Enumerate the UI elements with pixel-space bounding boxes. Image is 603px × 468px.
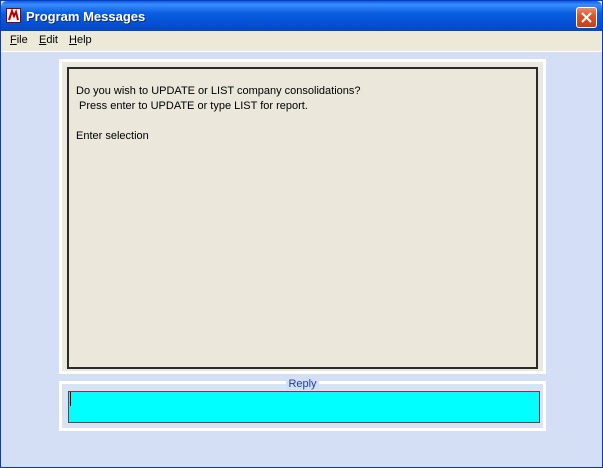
menu-bar: File Edit Help: [1, 31, 602, 51]
reply-label: Reply: [62, 378, 543, 390]
menu-edit[interactable]: Edit: [39, 34, 58, 46]
reply-panel: Reply: [59, 378, 546, 431]
menu-divider: [1, 51, 602, 52]
message-line-1: Do you wish to UPDATE or LIST company co…: [76, 85, 361, 97]
message-panel: Do you wish to UPDATE or LIST company co…: [59, 59, 546, 374]
message-display: Do you wish to UPDATE or LIST company co…: [67, 67, 538, 369]
title-bar[interactable]: Program Messages: [1, 1, 602, 31]
menu-file-accelerator: F: [10, 34, 17, 46]
menu-help[interactable]: Help: [69, 34, 92, 46]
menu-help-label: elp: [76, 34, 92, 46]
message-line-2: Press enter to UPDATE or type LIST for r…: [76, 100, 308, 112]
text-caret: [70, 392, 71, 406]
close-button[interactable]: [576, 7, 597, 28]
menu-file-label: ile: [16, 34, 28, 46]
reply-label-text: Reply: [286, 378, 319, 390]
menu-file[interactable]: File: [10, 34, 28, 46]
menu-help-accelerator: H: [69, 34, 77, 46]
reply-input[interactable]: [68, 391, 540, 423]
close-icon: [581, 12, 592, 23]
program-messages-window: Program Messages File Edit Help Do you w…: [0, 0, 603, 468]
app-icon[interactable]: [6, 8, 21, 23]
message-line-3: Enter selection: [76, 130, 149, 142]
menu-edit-label: dit: [46, 34, 58, 46]
window-title: Program Messages: [26, 9, 146, 24]
